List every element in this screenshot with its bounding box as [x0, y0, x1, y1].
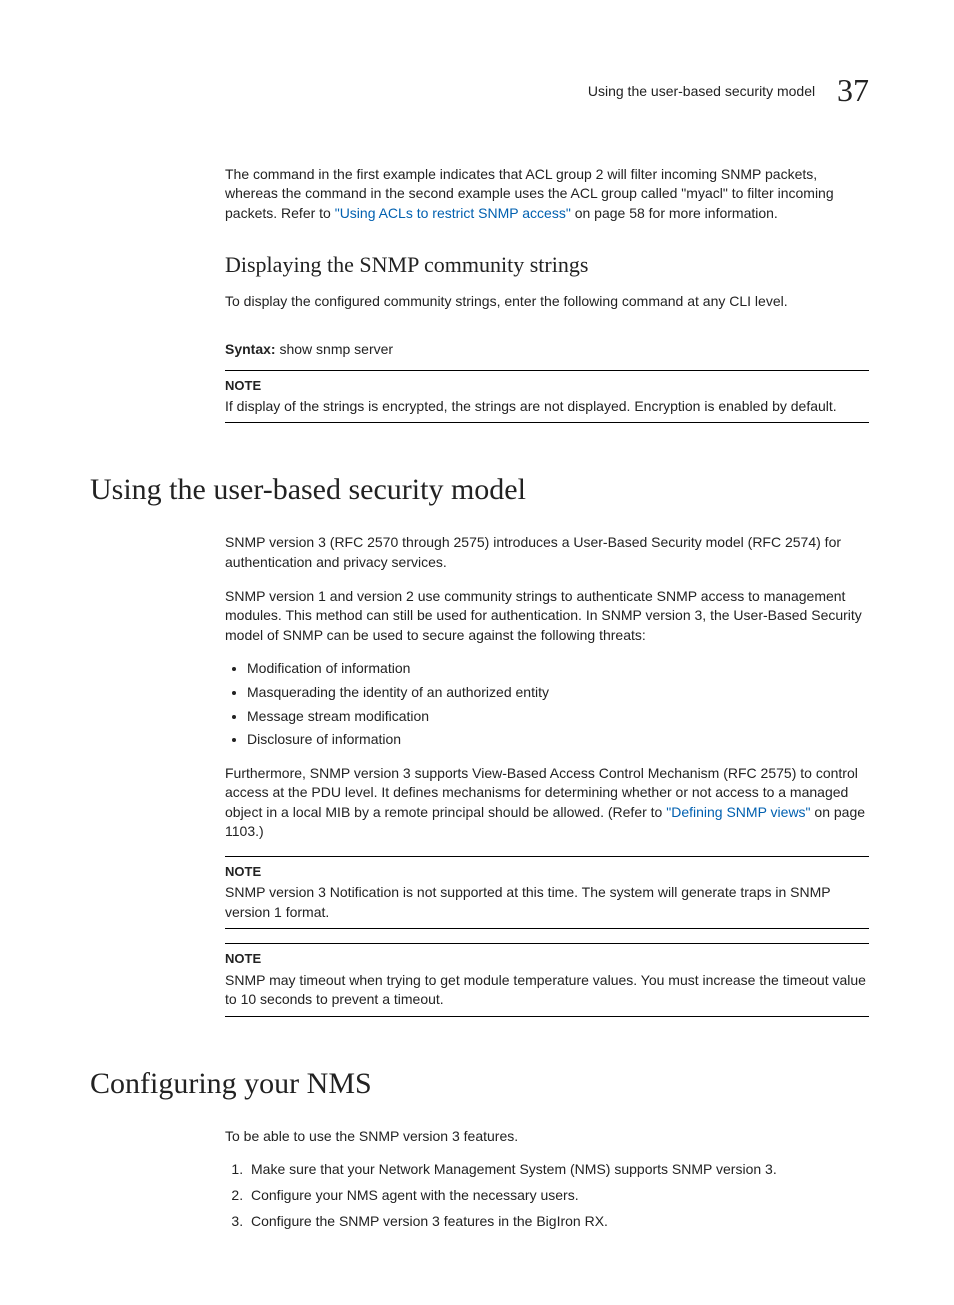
note-text: If display of the strings is encrypted, …	[225, 397, 869, 417]
intro-text-suffix: on page 58 for more information.	[571, 205, 778, 221]
intro-block: The command in the first example indicat…	[225, 165, 869, 424]
list-item: Masquerading the identity of an authoriz…	[247, 683, 869, 703]
syntax-text: show snmp server	[279, 341, 393, 357]
nms-block: To be able to use the SNMP version 3 fea…	[225, 1127, 869, 1231]
acl-link[interactable]: "Using ACLs to restrict SNMP access"	[335, 205, 571, 221]
running-header: Using the user-based security model 37	[90, 70, 869, 115]
note-label: NOTE	[225, 377, 869, 395]
syntax-label: Syntax:	[225, 341, 276, 357]
usm-p1: SNMP version 3 (RFC 2570 through 2575) i…	[225, 533, 869, 572]
note-usm-2: NOTE SNMP may timeout when trying to get…	[225, 943, 869, 1016]
note-text: SNMP version 3 Notification is not suppo…	[225, 883, 869, 922]
note-label: NOTE	[225, 950, 869, 968]
nms-steps: Make sure that your Network Management S…	[225, 1160, 869, 1231]
note-display: NOTE If display of the strings is encryp…	[225, 370, 869, 424]
views-link[interactable]: "Defining SNMP views"	[666, 804, 810, 820]
note-text: SNMP may timeout when trying to get modu…	[225, 971, 869, 1010]
note-usm-1: NOTE SNMP version 3 Notification is not …	[225, 856, 869, 929]
intro-paragraph: The command in the first example indicat…	[225, 165, 869, 224]
list-item: Message stream modification	[247, 707, 869, 727]
usm-block: SNMP version 3 (RFC 2570 through 2575) i…	[225, 533, 869, 1016]
nms-p1: To be able to use the SNMP version 3 fea…	[225, 1127, 869, 1147]
usm-heading: Using the user-based security model	[90, 469, 869, 511]
display-heading: Displaying the SNMP community strings	[225, 250, 869, 281]
chapter-number: 37	[837, 72, 869, 108]
display-paragraph: To display the configured community stri…	[225, 292, 869, 312]
list-item: Configure the SNMP version 3 features in…	[247, 1212, 869, 1232]
threat-list: Modification of information Masquerading…	[225, 659, 869, 749]
page: Using the user-based security model 37 T…	[0, 0, 954, 1305]
usm-p2: SNMP version 1 and version 2 use communi…	[225, 587, 869, 646]
list-item: Modification of information	[247, 659, 869, 679]
syntax-line: Syntax: show snmp server	[225, 340, 869, 360]
note-label: NOTE	[225, 863, 869, 881]
usm-p3: Furthermore, SNMP version 3 supports Vie…	[225, 764, 869, 842]
list-item: Make sure that your Network Management S…	[247, 1160, 869, 1180]
list-item: Configure your NMS agent with the necess…	[247, 1186, 869, 1206]
list-item: Disclosure of information	[247, 730, 869, 750]
nms-heading: Configuring your NMS	[90, 1063, 869, 1105]
running-header-title: Using the user-based security model	[588, 83, 815, 99]
